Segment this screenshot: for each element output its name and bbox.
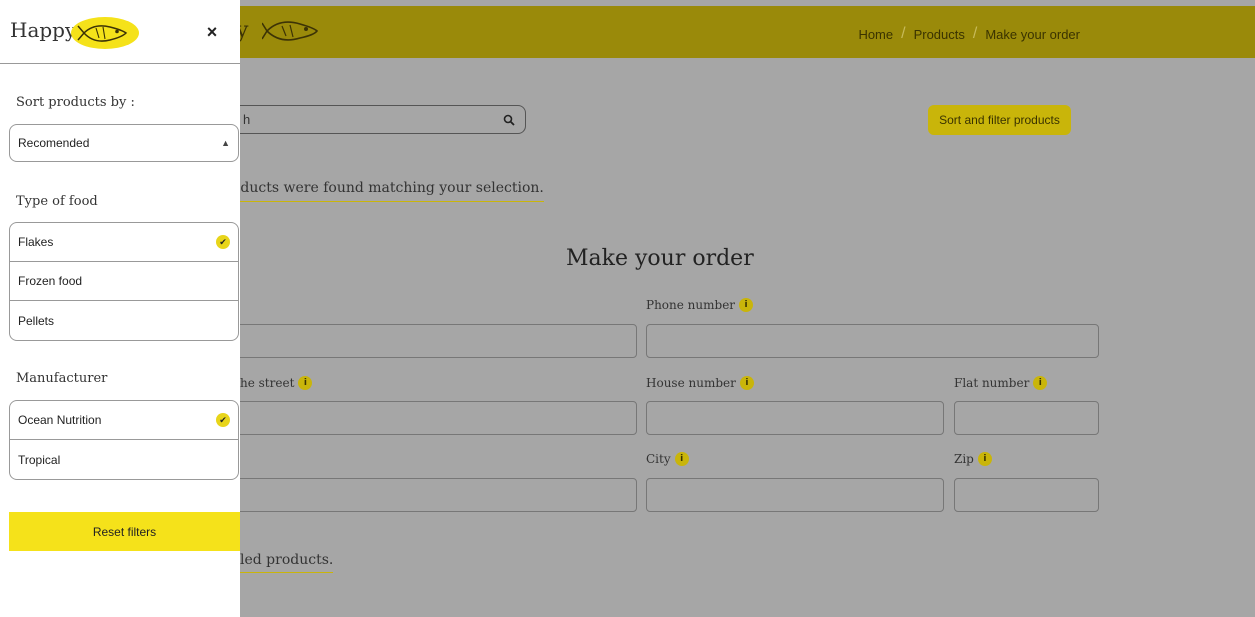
flat-number-field[interactable] <box>954 401 1099 435</box>
sort-filter-button[interactable]: Sort and filter products <box>928 105 1071 135</box>
surname-field[interactable] <box>232 478 637 512</box>
order-title: Make your order <box>566 246 754 271</box>
street-label-text: he street <box>240 376 295 390</box>
breadcrumb-separator: / <box>972 25 978 42</box>
city-field[interactable] <box>646 478 944 512</box>
fish-logo-icon[interactable] <box>262 16 322 46</box>
search-icon[interactable] <box>503 114 515 126</box>
option-label: Tropical <box>18 452 61 467</box>
sort-label: Sort products by : <box>16 95 135 110</box>
info-icon[interactable]: i <box>739 376 754 390</box>
house-label-text: House number <box>646 376 736 390</box>
breadcrumb-home[interactable]: Home <box>858 27 893 42</box>
search-input[interactable]: h <box>232 105 526 134</box>
info-icon[interactable]: i <box>674 452 689 466</box>
breadcrumb-current: Make your order <box>985 26 1080 42</box>
results-message: oducts were found matching your selectio… <box>232 180 544 202</box>
breadcrumb-products[interactable]: Products <box>914 27 965 42</box>
option-label: Flakes <box>18 235 54 249</box>
fish-logo-icon[interactable] <box>70 16 140 50</box>
sidebar-brand-name[interactable]: Happy <box>10 18 76 42</box>
added-products-message: led products. <box>240 552 334 573</box>
phone-label: Phone number i <box>646 298 754 312</box>
house-number-field[interactable] <box>646 401 944 435</box>
check-icon: ✔ <box>216 413 230 427</box>
check-icon: ✔ <box>216 235 230 249</box>
option-label: Pellets <box>18 313 55 328</box>
city-label: City i <box>646 452 689 466</box>
sort-select[interactable]: Recomended ▲ <box>9 124 239 162</box>
manufacturer-list: Ocean Nutrition ✔ Tropical <box>9 400 239 480</box>
option-label: Ocean Nutrition <box>18 413 102 427</box>
info-icon[interactable]: i <box>739 298 754 312</box>
filter-option-ocean-nutrition[interactable]: Ocean Nutrition ✔ <box>10 401 238 440</box>
zip-field[interactable] <box>954 478 1099 512</box>
city-label-text: City <box>646 452 671 466</box>
filter-option-pellets[interactable]: Pellets <box>10 301 238 340</box>
option-label: Frozen food <box>18 274 83 288</box>
flat-label: Flat number i <box>954 376 1048 390</box>
flat-label-text: Flat number <box>954 376 1030 390</box>
reset-filters-button[interactable]: Reset filters <box>9 512 240 551</box>
type-of-food-list: Flakes ✔ Frozen food Pellets <box>9 222 239 341</box>
zip-label-text: Zip <box>954 452 974 466</box>
breadcrumb: Home / Products / Make your order <box>858 25 1080 43</box>
filter-option-tropical[interactable]: Tropical <box>10 440 238 479</box>
sidebar-header: Happy × <box>0 0 240 64</box>
street-label: he street i <box>240 376 313 390</box>
info-icon[interactable]: i <box>298 376 313 390</box>
house-label: House number i <box>646 376 754 390</box>
breadcrumb-separator: / <box>901 25 906 42</box>
type-of-food-label: Type of food <box>16 194 98 209</box>
info-icon[interactable]: i <box>977 452 992 466</box>
street-field[interactable] <box>232 401 637 435</box>
phone-field[interactable] <box>646 324 1099 358</box>
filter-option-frozen-food[interactable]: Frozen food <box>10 262 238 301</box>
filter-option-flakes[interactable]: Flakes ✔ <box>10 223 238 262</box>
info-icon[interactable]: i <box>1033 376 1048 390</box>
name-field[interactable] <box>232 324 637 358</box>
close-icon[interactable]: × <box>204 22 220 42</box>
sort-select-value: Recomended <box>18 136 90 150</box>
phone-label-text: Phone number <box>646 298 736 312</box>
zip-label: Zip i <box>954 452 992 466</box>
manufacturer-label: Manufacturer <box>16 371 108 386</box>
filter-sidebar: Happy × Sort products by : Recomended ▲ … <box>0 0 240 617</box>
search-placeholder: h <box>243 112 251 127</box>
select-arrows-icon: ▲ <box>221 138 230 148</box>
